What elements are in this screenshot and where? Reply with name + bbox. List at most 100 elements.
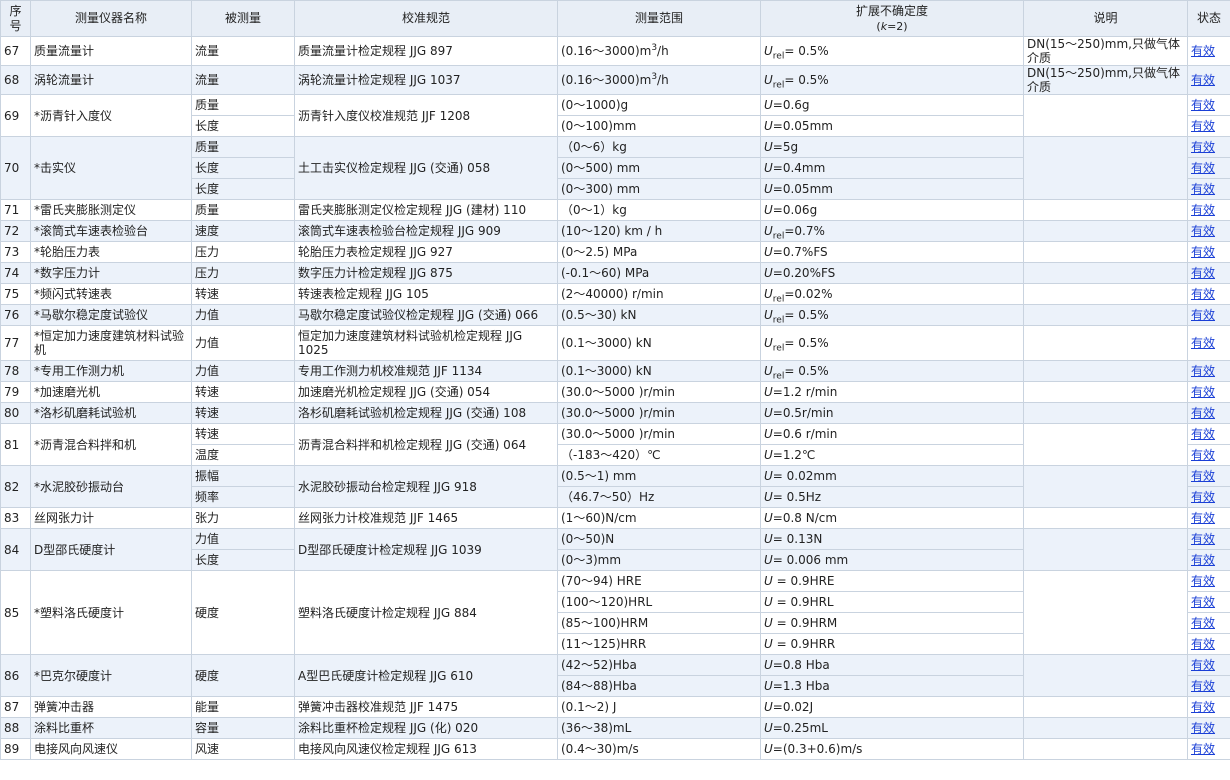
measurand-cell: 长度 bbox=[191, 549, 295, 571]
uncertainty-value: =0.25mL bbox=[772, 721, 828, 735]
range-value: (0～50)N bbox=[561, 532, 615, 546]
uncertainty-rel-subscript: rel bbox=[772, 294, 785, 305]
uncertainty-rel-subscript: rel bbox=[772, 231, 785, 242]
note-cell bbox=[1023, 465, 1188, 508]
range-value: (0.4～30)m/s bbox=[561, 742, 639, 756]
status-valid-link[interactable]: 有效 bbox=[1191, 574, 1215, 588]
range-cell: (0～100)mm bbox=[557, 115, 761, 137]
status-cell: 有效 bbox=[1187, 717, 1230, 739]
uncertainty-value: =0.4mm bbox=[772, 161, 826, 175]
uncertainty-symbol: U bbox=[764, 700, 773, 714]
status-valid-link[interactable]: 有效 bbox=[1191, 161, 1215, 175]
range-cell: (0.5～30) kN bbox=[557, 304, 761, 326]
uncertainty-symbol: U bbox=[764, 98, 773, 112]
status-valid-link[interactable]: 有效 bbox=[1191, 595, 1215, 609]
uncertainty-value: = 0.02mm bbox=[772, 469, 837, 483]
status-valid-link[interactable]: 有效 bbox=[1191, 469, 1215, 483]
status-valid-link[interactable]: 有效 bbox=[1191, 44, 1215, 58]
uncertainty-value: =0.6 r/min bbox=[772, 427, 838, 441]
uncertainty-cell: U=0.20%FS bbox=[760, 262, 1024, 284]
spec-cell: 塑料洛氏硬度计检定规程 JJG 884 bbox=[294, 570, 558, 655]
range-value: (0～2.5) MPa bbox=[561, 245, 638, 259]
table-row: 81 *沥青混合料拌和机 转速 沥青混合料拌和机检定规程 JJG (交通) 064 (3… bbox=[0, 423, 1230, 466]
range-cell: (30.0～5000 )r/min bbox=[557, 381, 761, 403]
table-row: 79 *加速磨光机 转速 加速磨光机检定规程 JJG (交通) 054 (30.0～50… bbox=[0, 381, 1230, 403]
range-value: （-183～420）℃ bbox=[561, 448, 661, 462]
status-valid-link[interactable]: 有效 bbox=[1191, 406, 1215, 420]
note-cell bbox=[1023, 381, 1188, 403]
uncertainty-value: = 0.9HRE bbox=[772, 574, 835, 588]
status-valid-link[interactable]: 有效 bbox=[1191, 679, 1215, 693]
instrument-name-cell: *马歇尔稳定度试验仪 bbox=[30, 304, 192, 326]
measurand-cell: 质量 bbox=[191, 136, 295, 158]
status-cell: 有效 bbox=[1187, 738, 1230, 760]
status-cell: 有效 bbox=[1187, 633, 1230, 655]
uncertainty-value: =0.06g bbox=[772, 203, 818, 217]
uncertainty-cell: U = 0.9HRL bbox=[760, 591, 1024, 613]
uncertainty-rel-subscript: rel bbox=[772, 80, 785, 91]
uncertainty-symbol: U bbox=[764, 406, 773, 420]
status-valid-link[interactable]: 有效 bbox=[1191, 364, 1215, 378]
status-valid-link[interactable]: 有效 bbox=[1191, 658, 1215, 672]
instrument-name-cell: *水泥胶砂振动台 bbox=[30, 465, 192, 508]
range-cell: (0.16～3000)m3/h bbox=[557, 36, 761, 66]
status-valid-link[interactable]: 有效 bbox=[1191, 73, 1215, 87]
status-valid-link[interactable]: 有效 bbox=[1191, 287, 1215, 301]
status-valid-link[interactable]: 有效 bbox=[1191, 532, 1215, 546]
status-cell: 有效 bbox=[1187, 654, 1230, 676]
status-valid-link[interactable]: 有效 bbox=[1191, 182, 1215, 196]
status-valid-link[interactable]: 有效 bbox=[1191, 721, 1215, 735]
uncertainty-cell: U= 0.02mm bbox=[760, 465, 1024, 487]
status-valid-link[interactable]: 有效 bbox=[1191, 553, 1215, 567]
row-number-cell: 82 bbox=[0, 465, 31, 508]
status-valid-link[interactable]: 有效 bbox=[1191, 336, 1215, 350]
note-cell bbox=[1023, 423, 1188, 466]
uncertainty-value: =0.7%FS bbox=[772, 245, 828, 259]
measurand-cell: 转速 bbox=[191, 381, 295, 403]
status-valid-link[interactable]: 有效 bbox=[1191, 98, 1215, 112]
uncertainty-value: =0.8 N/cm bbox=[772, 511, 838, 525]
uncertainty-cell: U=0.4mm bbox=[760, 157, 1024, 179]
uncertainty-value: =(0.3+0.6)m/s bbox=[772, 742, 863, 756]
status-valid-link[interactable]: 有效 bbox=[1191, 266, 1215, 280]
status-valid-link[interactable]: 有效 bbox=[1191, 700, 1215, 714]
note-cell bbox=[1023, 241, 1188, 263]
status-valid-link[interactable]: 有效 bbox=[1191, 448, 1215, 462]
status-valid-link[interactable]: 有效 bbox=[1191, 245, 1215, 259]
instrument-name-cell: *沥青针入度仪 bbox=[30, 94, 192, 137]
range-cell: (70～94) HRE bbox=[557, 570, 761, 592]
status-cell: 有效 bbox=[1187, 36, 1230, 66]
range-value: （46.7～50）Hz bbox=[561, 490, 655, 504]
note-cell: DN(15～250)mm,只做气体介质 bbox=[1023, 65, 1188, 95]
range-value: (0.1～2) J bbox=[561, 700, 617, 714]
range-unit-tail: /h bbox=[657, 44, 669, 58]
uncertainty-cell: U= 0.006 mm bbox=[760, 549, 1024, 571]
uncertainty-cell: U = 0.9HRR bbox=[760, 633, 1024, 655]
status-valid-link[interactable]: 有效 bbox=[1191, 637, 1215, 651]
status-valid-link[interactable]: 有效 bbox=[1191, 203, 1215, 217]
status-valid-link[interactable]: 有效 bbox=[1191, 616, 1215, 630]
status-valid-link[interactable]: 有效 bbox=[1191, 511, 1215, 525]
status-valid-link[interactable]: 有效 bbox=[1191, 385, 1215, 399]
spec-cell: 土工击实仪检定规程 JJG (交通) 058 bbox=[294, 136, 558, 200]
instrument-name-cell: *轮胎压力表 bbox=[30, 241, 192, 263]
uncertainty-symbol: U bbox=[764, 44, 773, 58]
status-valid-link[interactable]: 有效 bbox=[1191, 490, 1215, 504]
status-valid-link[interactable]: 有效 bbox=[1191, 308, 1215, 322]
table-row: 77 *恒定加力速度建筑材料试验机 力值 恒定加力速度建筑材料试验机检定规程 JJG … bbox=[0, 325, 1230, 361]
range-value: (30.0～5000 )r/min bbox=[561, 385, 676, 399]
table-row: 78 *专用工作测力机 力值 专用工作测力机校准规范 JJF 1134 (0.1～300… bbox=[0, 360, 1230, 382]
status-valid-link[interactable]: 有效 bbox=[1191, 427, 1215, 441]
row-number-cell: 74 bbox=[0, 262, 31, 284]
status-valid-link[interactable]: 有效 bbox=[1191, 140, 1215, 154]
row-number-cell: 81 bbox=[0, 423, 31, 466]
status-valid-link[interactable]: 有效 bbox=[1191, 224, 1215, 238]
note-cell bbox=[1023, 654, 1188, 697]
uncertainty-rel-subscript: rel bbox=[772, 343, 785, 354]
row-number-cell: 76 bbox=[0, 304, 31, 326]
header-no: 序号 bbox=[0, 0, 31, 37]
uncertainty-value: = 0.5% bbox=[784, 44, 829, 58]
spec-cell: 加速磨光机检定规程 JJG (交通) 054 bbox=[294, 381, 558, 403]
status-valid-link[interactable]: 有效 bbox=[1191, 742, 1215, 756]
status-valid-link[interactable]: 有效 bbox=[1191, 119, 1215, 133]
